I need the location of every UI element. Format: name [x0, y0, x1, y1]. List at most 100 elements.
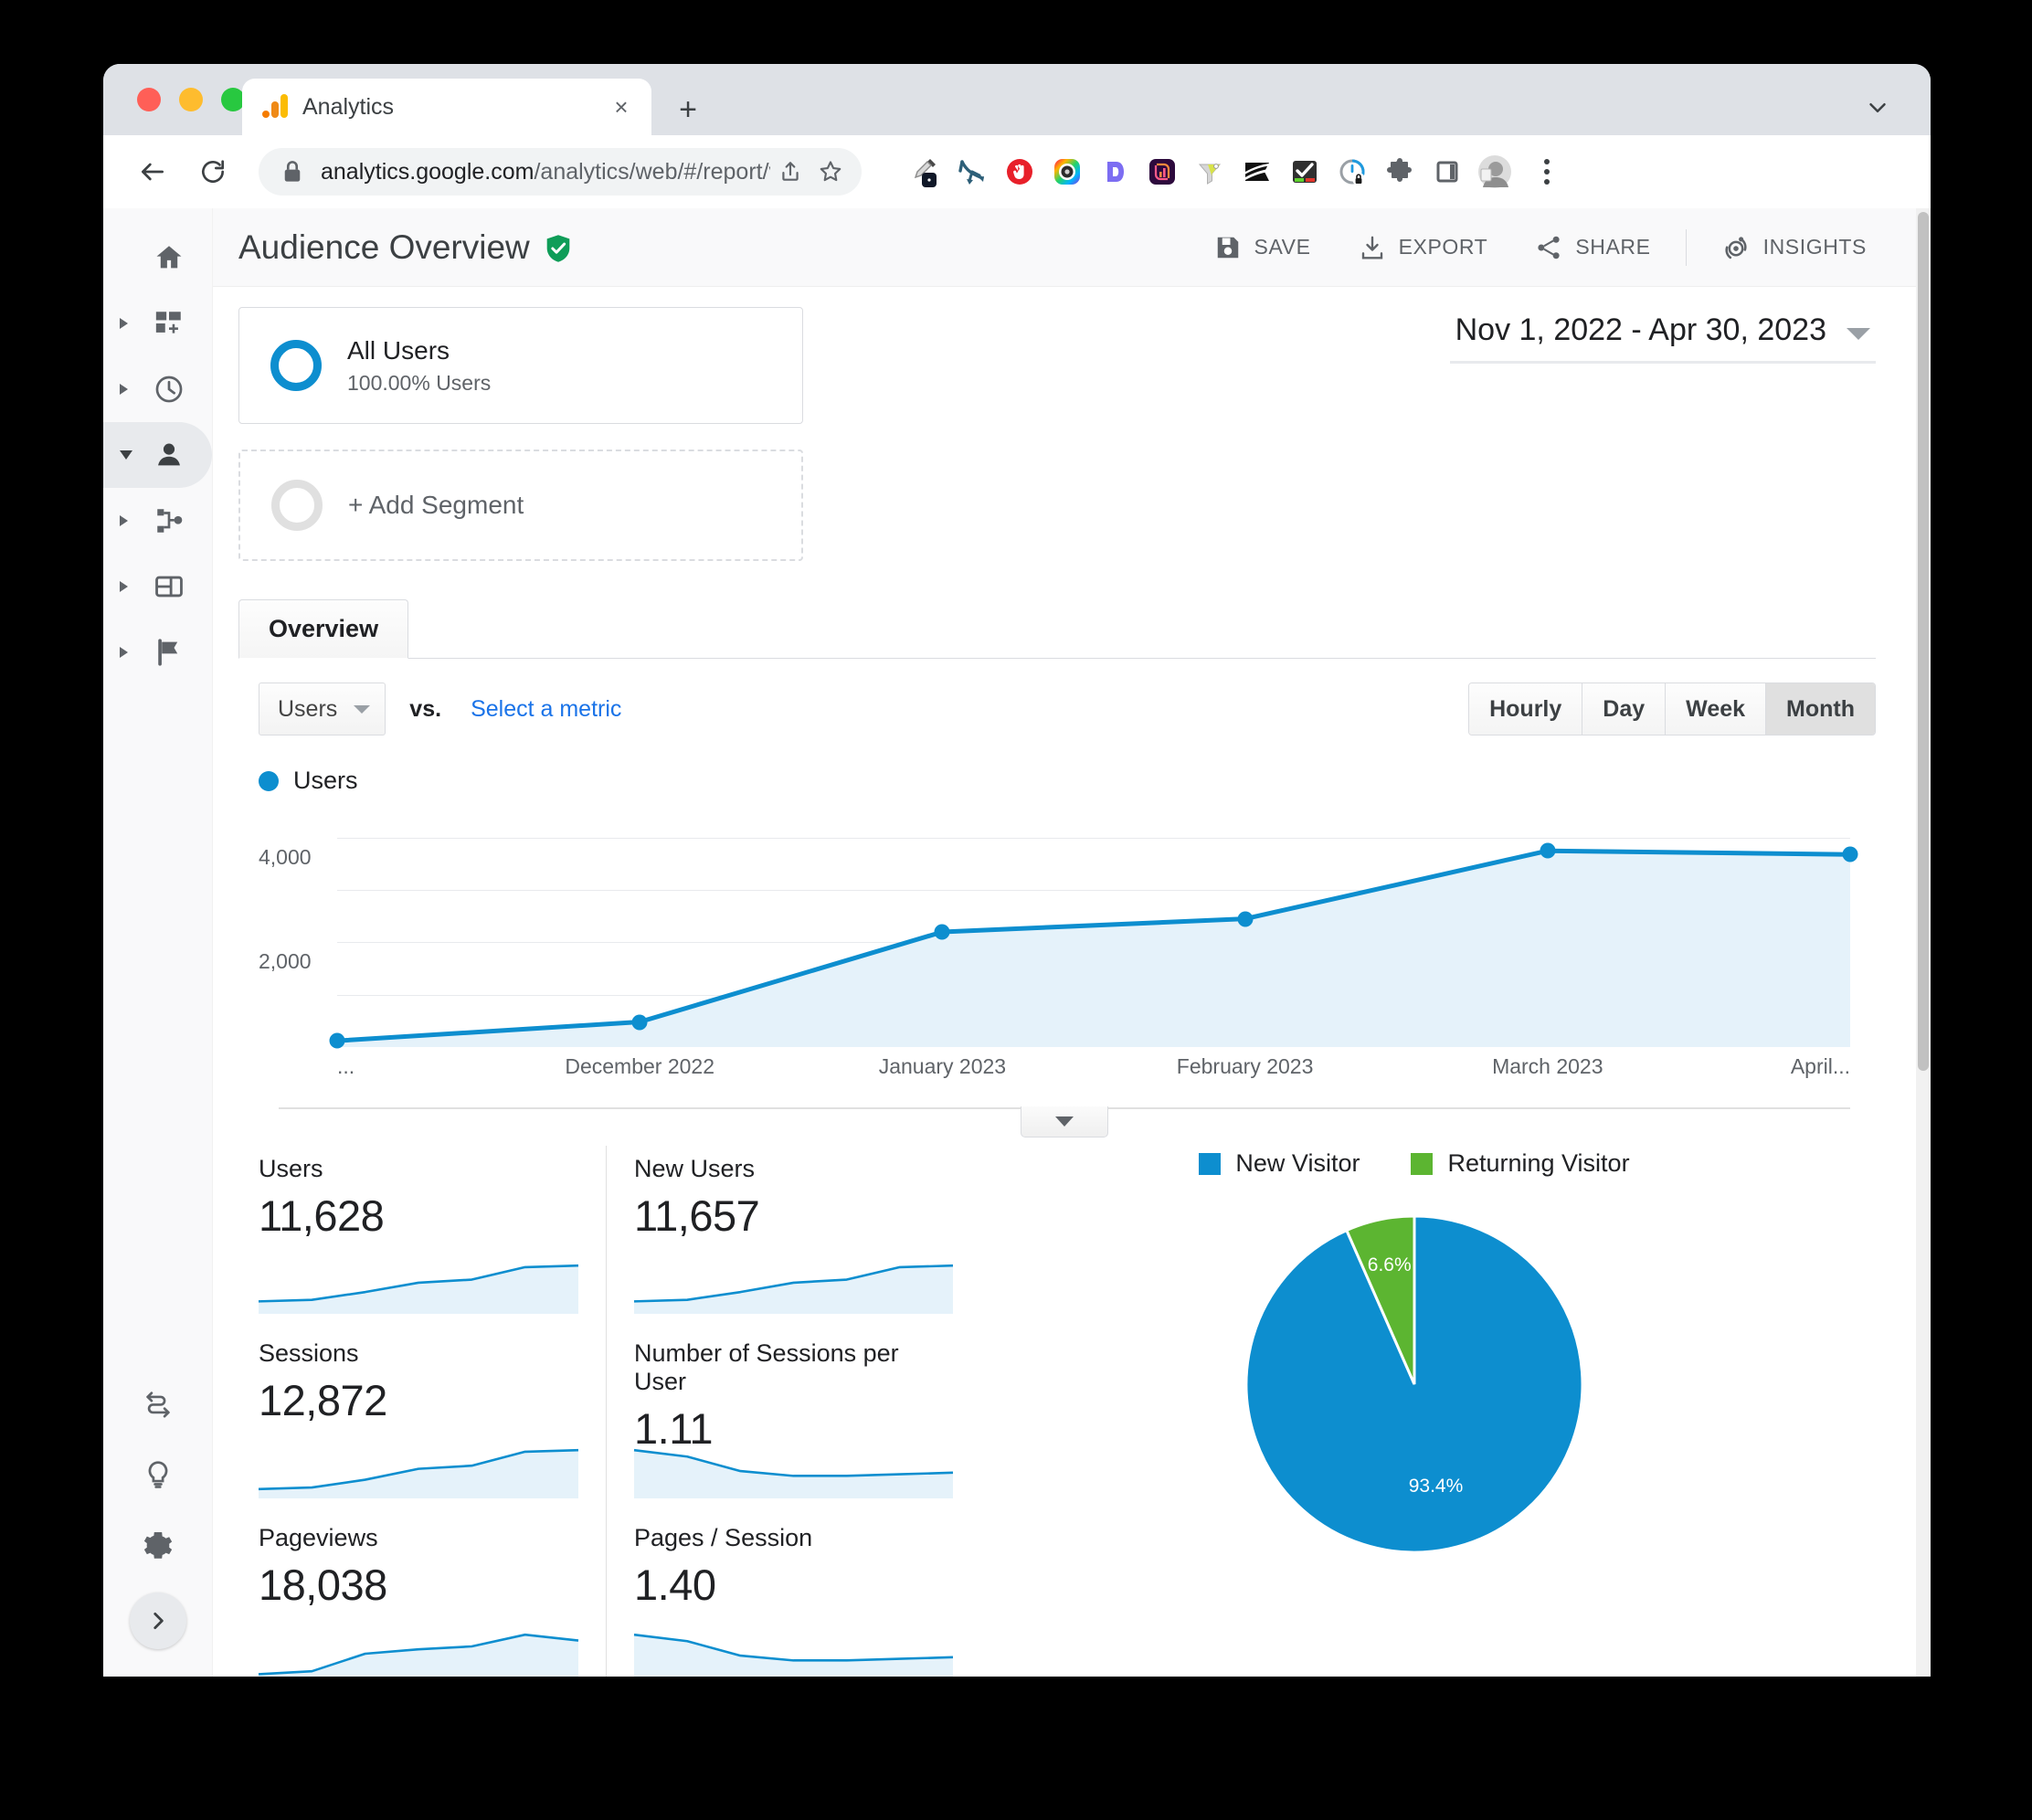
rail-bottom-group [103, 1368, 212, 1649]
page-title-text: Audience Overview [238, 228, 530, 266]
sidebar-item-admin[interactable] [103, 1510, 212, 1582]
granularity-hourly[interactable]: Hourly [1469, 683, 1583, 735]
pie-svg [1246, 1216, 1582, 1552]
vertical-scrollbar[interactable] [1916, 208, 1931, 1677]
sidebar-panel-icon[interactable] [1426, 151, 1468, 193]
metric-row-1: Users 11,628 New Users 11,657 [259, 1146, 953, 1330]
timer-lock-icon[interactable] [1331, 151, 1373, 193]
reload-icon[interactable] [189, 148, 237, 196]
camera-rainbow-icon[interactable] [1046, 151, 1088, 193]
data-point-marker[interactable] [934, 924, 950, 940]
sidebar-item-behavior[interactable] [103, 554, 212, 619]
save-button[interactable]: SAVE [1191, 220, 1335, 275]
export-button[interactable]: EXPORT [1335, 220, 1512, 275]
metrics-grid: Users 11,628 New Users 11,657 Sessions 1… [259, 1146, 953, 1677]
pie-canvas[interactable]: 93.4% 6.6% [1246, 1216, 1582, 1552]
metric-card-users[interactable]: Users 11,628 [259, 1146, 606, 1330]
share-icon[interactable] [770, 152, 810, 192]
metric-card-new-users[interactable]: New Users 11,657 [606, 1146, 953, 1330]
puzzle-piece-icon[interactable] [1379, 151, 1421, 193]
metric-label: Pages / Session [634, 1524, 813, 1551]
data-point-marker[interactable] [329, 1032, 345, 1049]
primary-metric-select[interactable]: Users [259, 682, 386, 735]
close-window-button[interactable] [137, 88, 161, 111]
date-range-picker[interactable]: Nov 1, 2022 - Apr 30, 2023 [1449, 312, 1876, 364]
d-purple-icon[interactable] [1094, 151, 1136, 193]
chart-plot-area[interactable]: 4,000 2,000 [259, 817, 1876, 1049]
segment-all-users[interactable]: All Users 100.00% Users [238, 307, 803, 424]
minimize-window-button[interactable] [179, 88, 203, 111]
header-actions: SAVE EXPORT SHARE INSIGHTS [1191, 220, 1891, 275]
url-path: /analytics/web/#/report/vis... [534, 158, 770, 185]
expand-arrow-icon [120, 515, 128, 526]
funnel-icon[interactable] [1189, 151, 1231, 193]
window-traffic-lights[interactable] [137, 88, 245, 111]
close-icon[interactable]: × [606, 91, 637, 122]
checkmark-board-icon[interactable] [1284, 151, 1326, 193]
pie-legend-new-visitor[interactable]: New Visitor [1199, 1149, 1360, 1178]
insights-button[interactable]: INSIGHTS [1698, 220, 1890, 275]
sidebar-item-audience[interactable] [103, 422, 212, 488]
metric-card-sessions[interactable]: Sessions 12,872 [259, 1330, 606, 1515]
pie-legend-returning-visitor[interactable]: Returning Visitor [1411, 1149, 1630, 1178]
tab-overview[interactable]: Overview [238, 599, 409, 659]
report-content: Audience Overview SAVE EXPORT SHARE INSI… [213, 208, 1931, 1677]
user-avatar-icon[interactable] [1474, 151, 1516, 193]
expand-sidebar-button[interactable] [129, 1592, 186, 1649]
adblock-stop-icon[interactable] [999, 151, 1041, 193]
person-icon [151, 437, 187, 473]
sidebar-item-realtime[interactable] [103, 356, 212, 422]
bookmark-star-icon[interactable] [810, 152, 851, 192]
url-domain: analytics.google.com [321, 158, 534, 185]
select-a-metric-link[interactable]: Select a metric [471, 696, 621, 723]
sidebar-item-attribution[interactable] [103, 1368, 212, 1439]
expand-arrow-icon [120, 384, 128, 395]
data-point-marker[interactable] [631, 1014, 648, 1030]
sidebar-item-conversions[interactable] [103, 619, 212, 685]
granularity-day[interactable]: Day [1582, 683, 1667, 735]
analytics-bar-chart-icon [262, 94, 288, 118]
share-button[interactable]: SHARE [1511, 220, 1674, 275]
data-point-marker[interactable] [1540, 842, 1556, 859]
report-tabs: Overview [238, 599, 1876, 659]
chevron-down-icon[interactable] [1859, 90, 1896, 126]
expand-arrow-icon [120, 318, 128, 329]
chart-loop-icon[interactable] [1141, 151, 1183, 193]
metric-card-sessions-per-user[interactable]: Number of Sessions per User 1.11 [606, 1330, 953, 1515]
x-axis-tick: April... [1790, 1054, 1850, 1078]
sparkline-svg [259, 1623, 578, 1677]
data-point-marker[interactable] [1842, 846, 1858, 862]
sidebar-item-discover[interactable] [103, 1439, 212, 1510]
sparkline-new-users [634, 1254, 953, 1314]
granularity-week[interactable]: Week [1666, 683, 1767, 735]
metric-label: Pageviews [259, 1524, 378, 1551]
sidebar-item-acquisition[interactable] [103, 488, 212, 554]
new-tab-icon[interactable]: + [670, 91, 706, 128]
y-axis-tick: 4,000 [259, 844, 312, 869]
segment-percentage: 100.00% Users [347, 370, 492, 395]
scrollbar-thumb[interactable] [1918, 212, 1929, 1071]
bezier-curve-icon[interactable] [951, 151, 993, 193]
black-flag-icon[interactable] [1236, 151, 1278, 193]
x-axis-tick: December 2022 [565, 1054, 715, 1078]
browser-tab-analytics[interactable]: Analytics × [242, 79, 651, 135]
save-label: SAVE [1254, 235, 1311, 259]
y-axis-tick: 2,000 [259, 949, 312, 974]
data-point-marker[interactable] [1237, 911, 1254, 927]
chevron-down-icon [354, 704, 371, 714]
segment-text: All Users 100.00% Users [347, 336, 491, 396]
collapse-chart-button[interactable] [1021, 1106, 1108, 1138]
sparkline-pages-per-session [634, 1623, 953, 1677]
browser-toolbar: analytics.google.com/analytics/web/#/rep… [103, 135, 1931, 208]
address-bar[interactable]: analytics.google.com/analytics/web/#/rep… [259, 148, 862, 196]
back-icon[interactable] [129, 148, 176, 196]
sidebar-item-customization[interactable] [103, 291, 212, 356]
eyedropper-icon[interactable] [904, 151, 946, 193]
add-segment-button[interactable]: + Add Segment [238, 450, 803, 561]
sidebar-item-home[interactable] [103, 225, 212, 291]
collapse-arrow-icon [120, 450, 132, 460]
granularity-month[interactable]: Month [1766, 683, 1875, 735]
metric-card-pages-per-session[interactable]: Pages / Session 1.40 [606, 1515, 953, 1677]
metric-card-pageviews[interactable]: Pageviews 18,038 [259, 1515, 606, 1677]
three-dot-menu-icon[interactable] [1529, 151, 1565, 193]
